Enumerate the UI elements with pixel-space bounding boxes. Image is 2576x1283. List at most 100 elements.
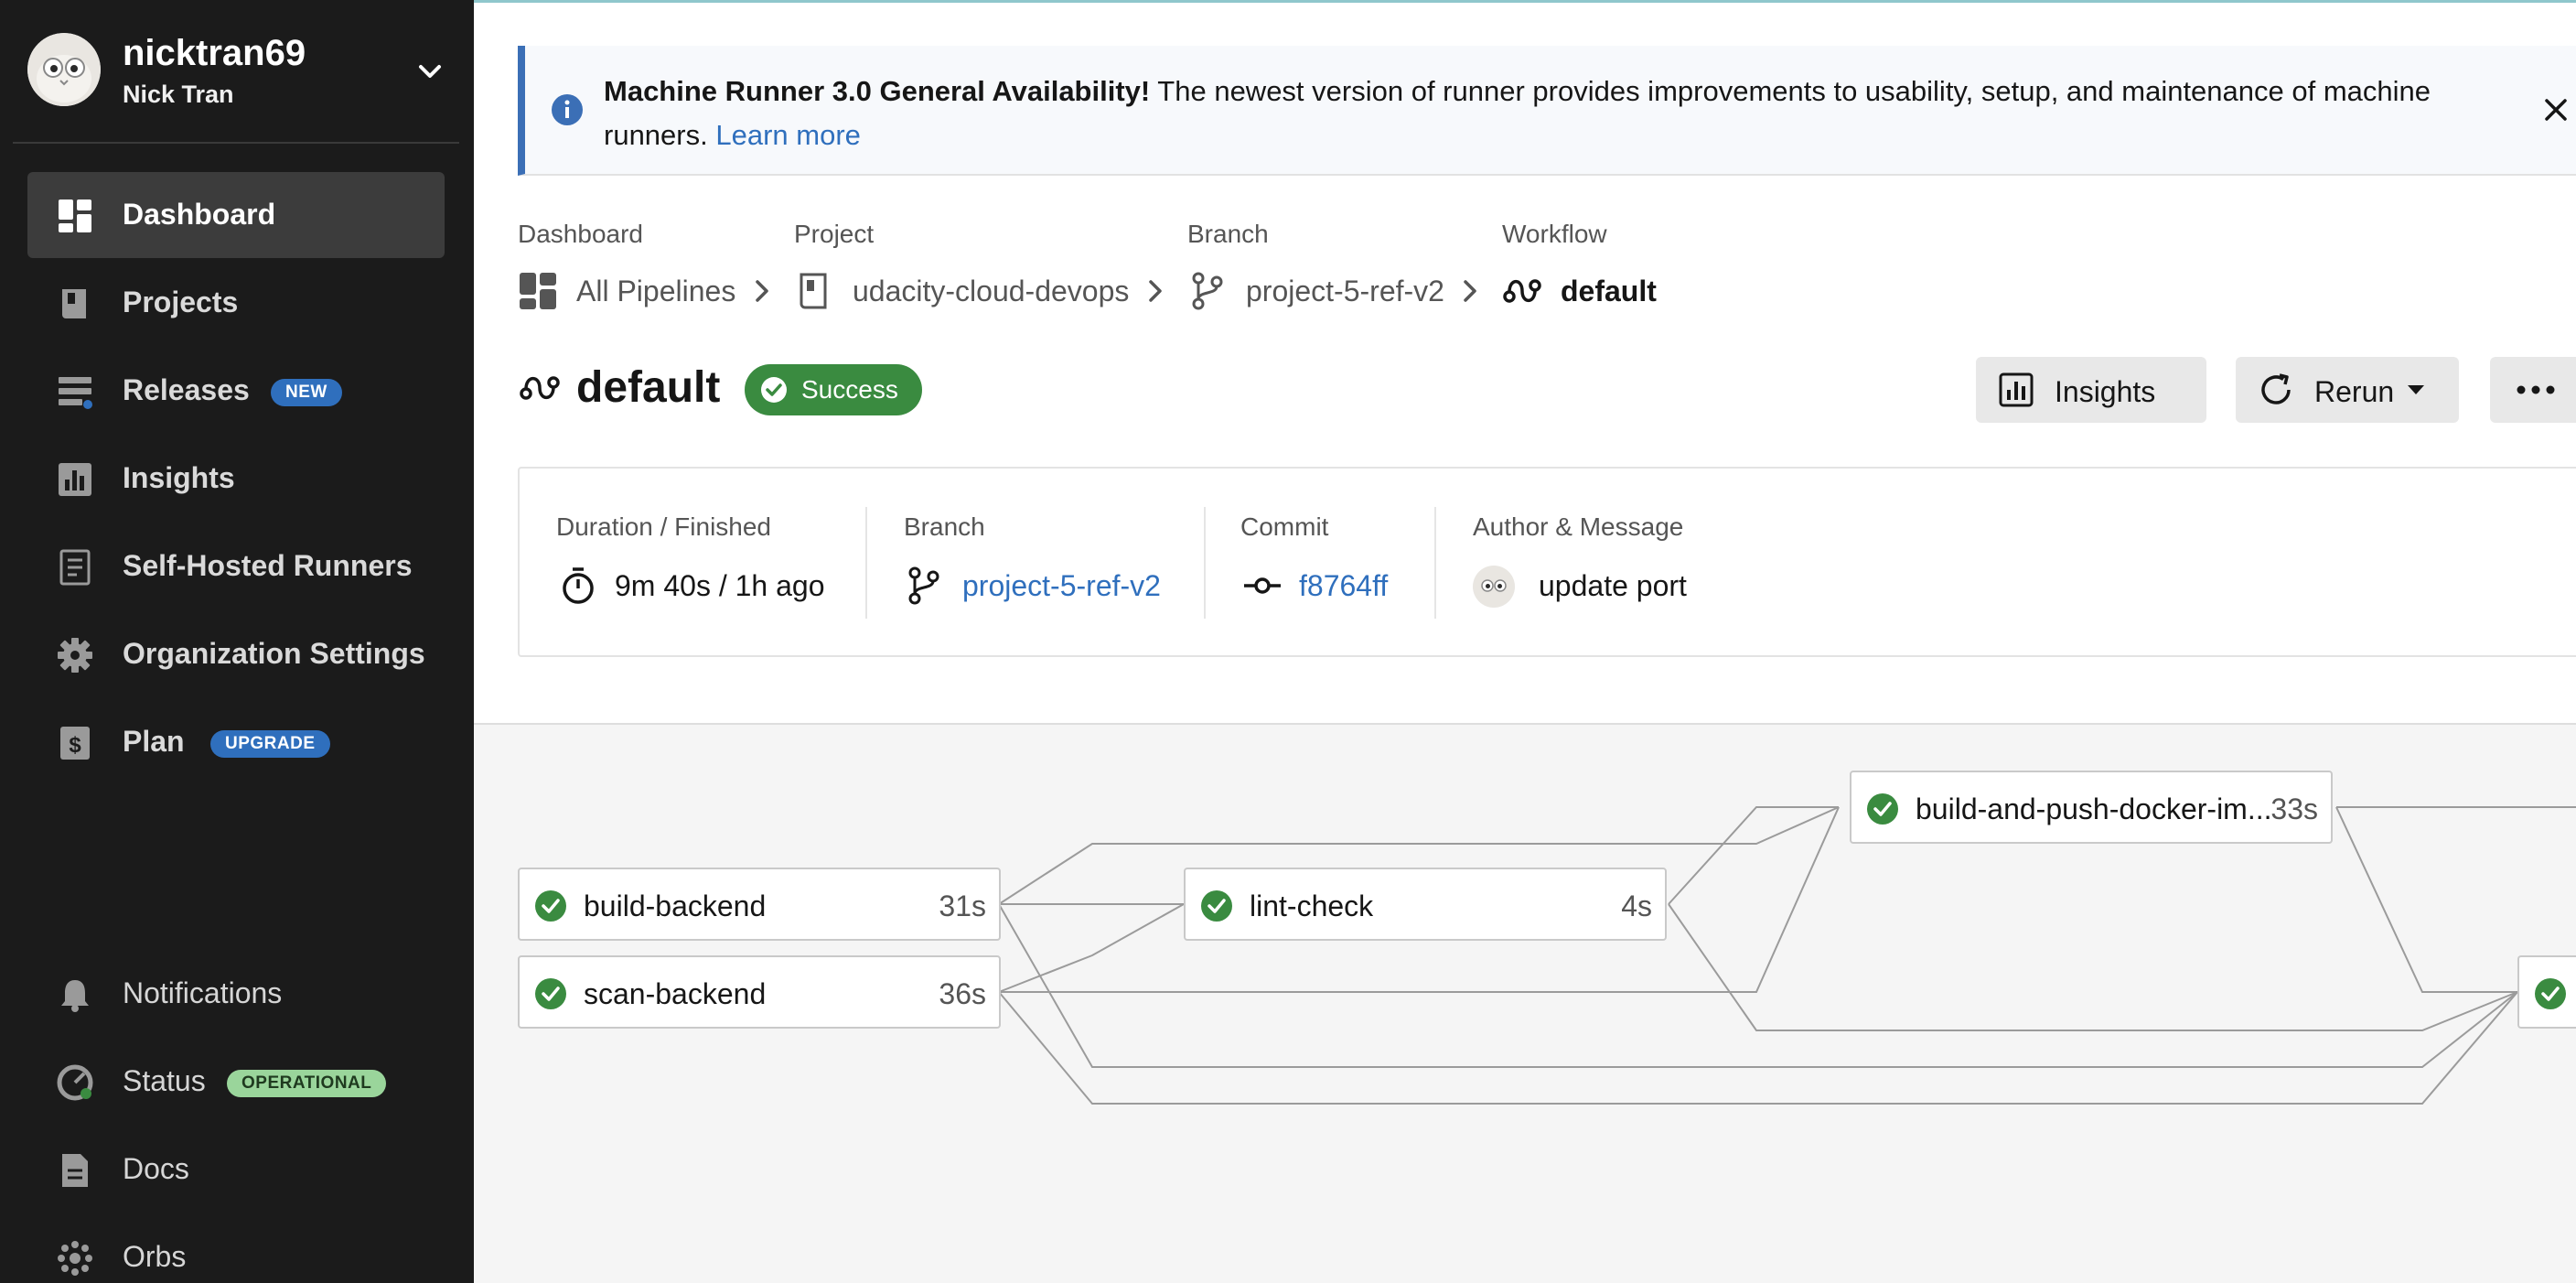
job-final[interactable]: [2517, 955, 2576, 1029]
svg-text:$: $: [69, 733, 81, 758]
sidebar-item-label: Projects: [123, 286, 239, 318]
sidebar: nicktran69 Nick Tran Dashboard Projects …: [0, 0, 474, 1283]
insights-button-label: Insights: [2055, 375, 2156, 408]
breadcrumb-branch[interactable]: project-5-ref-v2: [1187, 269, 1462, 313]
breadcrumb-label: default: [1561, 275, 1657, 307]
job-build-and-push-docker-image[interactable]: build-and-push-docker-im... 33s: [1850, 771, 2333, 844]
sidebar-item-label: Orbs: [123, 1240, 187, 1273]
sidebar-item-label: Dashboard: [123, 198, 276, 231]
author-label: Author & Message: [1473, 512, 1684, 541]
pipeline-info-card: Duration / Finished 9m 40s / 1h ago Bran…: [518, 467, 2576, 657]
banner-title: Machine Runner 3.0 General Availability!: [604, 75, 1151, 107]
gear-icon: [57, 637, 93, 674]
sidebar-item-status[interactable]: Status OPERATIONAL: [27, 1039, 445, 1125]
job-duration: 36s: [939, 977, 986, 1010]
breadcrumb-label: project-5-ref-v2: [1246, 275, 1444, 307]
job-build-backend[interactable]: build-backend 31s: [518, 868, 1001, 941]
breadcrumb-title-project: Project: [794, 220, 875, 248]
check-circle-icon: [1200, 889, 1233, 922]
info-divider: [865, 507, 867, 619]
chevron-right-icon: [1460, 276, 1482, 306]
workflow-graph: build-backend 31s scan-backend 36s lint-…: [474, 725, 2576, 1283]
sidebar-item-label: Self-Hosted Runners: [123, 549, 413, 582]
more-icon: [2517, 385, 2555, 394]
workflow-icon: [518, 366, 562, 410]
sidebar-item-projects[interactable]: Projects: [27, 260, 445, 346]
job-duration: 4s: [1621, 889, 1652, 922]
sidebar-item-orbs[interactable]: Orbs: [27, 1214, 445, 1283]
dashboard-icon: [518, 271, 558, 311]
breadcrumb-workflow[interactable]: default: [1502, 269, 1685, 313]
check-circle-icon: [534, 889, 567, 922]
book-icon: [794, 271, 834, 311]
job-scan-backend[interactable]: scan-backend 36s: [518, 955, 1001, 1029]
doc-icon: [57, 1152, 93, 1189]
duration-value: 9m 40s / 1h ago: [615, 569, 825, 602]
breadcrumb-title-dashboard: Dashboard: [518, 220, 643, 248]
breadcrumb-all-pipelines[interactable]: All Pipelines: [518, 269, 756, 313]
commit-icon: [1242, 566, 1283, 606]
check-circle-icon: [2534, 977, 2567, 1010]
sidebar-item-dashboard[interactable]: Dashboard: [27, 172, 445, 258]
stopwatch-icon: [558, 566, 598, 606]
dollar-icon: $: [57, 725, 93, 761]
branch-label: Branch: [904, 512, 985, 541]
orbs-icon: [57, 1240, 93, 1277]
chevron-right-icon: [752, 276, 774, 306]
check-circle-icon: [759, 375, 789, 404]
branch-link[interactable]: project-5-ref-v2: [962, 569, 1161, 603]
status-badge: Success: [745, 364, 922, 415]
insights-button[interactable]: Insights: [1976, 357, 2206, 423]
check-circle-icon: [1866, 792, 1899, 825]
check-circle-icon: [534, 977, 567, 1010]
status-icon: [57, 1064, 93, 1101]
more-options-button[interactable]: [2490, 357, 2576, 423]
commit-label: Commit: [1240, 512, 1329, 541]
rerun-button-label: Rerun: [2314, 375, 2395, 408]
book-icon: [57, 286, 93, 322]
sidebar-item-label: Plan: [123, 725, 185, 758]
job-name: scan-backend: [584, 977, 767, 1010]
job-name: build-backend: [584, 889, 767, 922]
author-avatar: [1473, 566, 1515, 608]
status-text: Success: [801, 375, 898, 404]
sidebar-item-self-hosted-runners[interactable]: Self-Hosted Runners: [27, 523, 445, 609]
job-name: lint-check: [1250, 889, 1374, 922]
refresh-icon: [2258, 372, 2294, 408]
duration-label: Duration / Finished: [556, 512, 772, 541]
commit-link[interactable]: f8764ff: [1299, 569, 1388, 603]
learn-more-link[interactable]: Learn more: [715, 119, 861, 151]
user-menu[interactable]: nicktran69 Nick Tran: [27, 33, 457, 110]
sidebar-item-notifications[interactable]: Notifications: [27, 951, 445, 1037]
breadcrumb-label: All Pipelines: [576, 275, 736, 307]
breadcrumb-title-workflow: Workflow: [1502, 220, 1607, 248]
breadcrumb-label: udacity-cloud-devops: [853, 275, 1130, 307]
sidebar-item-label: Status: [123, 1064, 206, 1097]
breadcrumb-project[interactable]: udacity-cloud-devops: [794, 269, 1142, 313]
info-divider: [1204, 507, 1206, 619]
workflow-icon: [1502, 271, 1542, 311]
chevron-down-icon[interactable]: [412, 53, 448, 90]
bell-icon: [57, 976, 93, 1013]
rerun-button[interactable]: Rerun: [2236, 357, 2459, 423]
sidebar-item-insights[interactable]: Insights: [27, 436, 445, 522]
sidebar-item-releases[interactable]: Releases NEW: [27, 348, 445, 434]
breadcrumb-title-branch: Branch: [1187, 220, 1269, 248]
sidebar-item-label: Docs: [123, 1152, 189, 1185]
page-title: default: [576, 363, 721, 412]
info-icon: [551, 93, 584, 126]
branch-icon: [1187, 271, 1228, 311]
close-icon[interactable]: [2541, 95, 2571, 124]
bar-chart-icon: [1998, 372, 2034, 408]
operational-badge: OPERATIONAL: [227, 1070, 387, 1097]
new-badge: NEW: [271, 379, 342, 406]
top-accent-line: [474, 0, 2576, 3]
avatar: [27, 33, 101, 106]
sidebar-item-label: Releases: [123, 373, 250, 406]
sidebar-item-plan[interactable]: $ Plan UPGRADE: [27, 699, 445, 785]
sidebar-item-docs[interactable]: Docs: [27, 1127, 445, 1213]
job-lint-check[interactable]: lint-check 4s: [1184, 868, 1667, 941]
sidebar-item-organization-settings[interactable]: Organization Settings: [27, 611, 445, 697]
caret-down-icon: [2408, 385, 2424, 394]
chevron-right-icon: [1145, 276, 1167, 306]
